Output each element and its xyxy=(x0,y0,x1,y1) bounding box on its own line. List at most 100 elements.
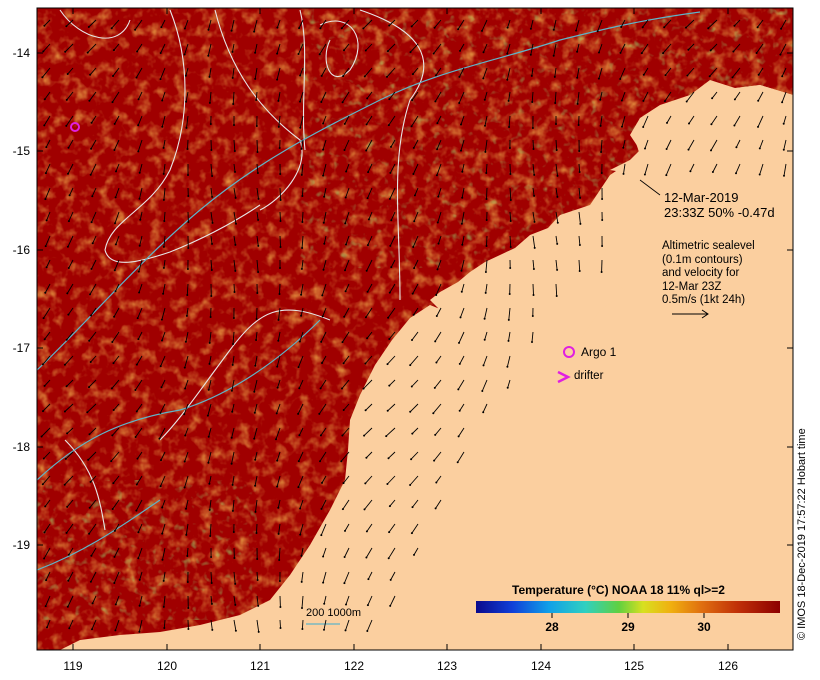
velocity-arrow-head xyxy=(43,384,46,387)
velocity-arrow-head xyxy=(211,242,213,245)
velocity-arrow-head xyxy=(297,53,300,55)
velocity-arrow-head xyxy=(344,629,347,632)
velocity-arrow-head xyxy=(254,458,257,461)
velocity-arrow-head xyxy=(300,173,303,176)
velocity-arrow-head xyxy=(685,26,687,29)
velocity-arrow-head xyxy=(757,73,760,76)
velocity-arrow-head xyxy=(435,481,438,484)
velocity-arrow-head xyxy=(484,271,487,273)
colorbar xyxy=(476,601,780,613)
velocity-arrow-head xyxy=(482,51,485,54)
velocity-arrow-head xyxy=(596,30,599,33)
velocity-arrow-head xyxy=(301,247,304,249)
velocity-arrow-head xyxy=(90,121,93,124)
velocity-arrow-head xyxy=(254,484,257,487)
velocity-arrow-head xyxy=(507,99,510,102)
velocity-arrow-head xyxy=(183,413,186,416)
velocity-arrow-head xyxy=(482,77,485,80)
velocity-arrow-head xyxy=(113,555,116,558)
velocity-arrow-head xyxy=(345,243,347,246)
velocity-arrow-head xyxy=(186,294,189,296)
velocity-arrow-head xyxy=(322,122,325,125)
altimetry-legend: Altimetric sealevel (0.1m contours) and … xyxy=(662,240,755,308)
velocity-arrow xyxy=(301,619,304,630)
velocity-arrow-head xyxy=(257,197,260,200)
velocity-arrow-head xyxy=(279,246,282,248)
lat-tick-label: -14 xyxy=(13,46,31,60)
velocity-arrow-head xyxy=(41,76,44,79)
velocity-arrow-head xyxy=(301,221,304,223)
velocity-arrow-head xyxy=(255,99,258,101)
velocity-arrow-head xyxy=(255,532,258,534)
velocity-arrow-head xyxy=(67,579,70,582)
velocity-arrow-head xyxy=(114,196,117,199)
velocity-arrow-head xyxy=(362,387,365,390)
velocity-arrow-head xyxy=(482,364,485,367)
velocity-arrow-head xyxy=(435,361,438,364)
velocity-arrow-head xyxy=(67,553,70,556)
velocity-arrow-head xyxy=(411,99,414,102)
lon-tick-label: 121 xyxy=(250,659,270,673)
velocity-arrow-head xyxy=(234,170,236,173)
velocity-arrow-head xyxy=(135,363,138,366)
velocity-arrow-head xyxy=(575,29,578,32)
velocity-arrow-head xyxy=(481,390,484,392)
velocity-arrow-head xyxy=(277,506,280,509)
velocity-arrow-head xyxy=(708,75,711,78)
velocity-arrow-head xyxy=(255,125,258,127)
velocity-arrow-head xyxy=(779,53,782,56)
velocity-arrow-head xyxy=(66,292,69,295)
velocity-arrow-head xyxy=(160,459,162,462)
velocity-arrow-head xyxy=(137,531,140,534)
velocity-arrow-head xyxy=(46,626,48,629)
velocity-arrow-head xyxy=(279,627,282,629)
velocity-arrow-head xyxy=(113,149,116,151)
velocity-arrow-head xyxy=(112,49,115,52)
velocity-arrow-head xyxy=(621,125,623,128)
velocity-arrow-head xyxy=(208,75,211,78)
velocity-arrow-head xyxy=(65,531,68,534)
velocity-arrow-head xyxy=(234,582,237,585)
velocity-arrow-head xyxy=(256,172,259,174)
velocity-arrow-head xyxy=(301,628,304,630)
velocity-arrow-head xyxy=(552,54,555,57)
velocity-arrow-head xyxy=(45,219,48,222)
velocity-arrow-head xyxy=(187,195,190,197)
velocity-arrow-head xyxy=(88,339,91,342)
velocity-arrow-head xyxy=(619,78,622,80)
velocity-arrow-head xyxy=(111,341,114,343)
velocity-arrow-head xyxy=(411,432,414,435)
velocity-arrow-head xyxy=(579,222,582,225)
velocity-arrow-head xyxy=(187,607,190,609)
velocity-arrow-head xyxy=(323,602,326,605)
velocity-arrow-head xyxy=(320,74,323,77)
velocity-arrow-head xyxy=(187,174,189,176)
velocity-arrow-head xyxy=(88,386,90,389)
velocity-arrow-head xyxy=(320,101,323,103)
velocity-arrow-head xyxy=(481,29,483,32)
velocity-arrow-head xyxy=(88,532,91,535)
velocity-arrow-head xyxy=(642,99,645,102)
depth-scale-label: 200 1000m xyxy=(306,607,362,619)
velocity-arrow-head xyxy=(485,198,488,200)
velocity-arrow-head xyxy=(413,553,415,556)
velocity-arrow-head xyxy=(577,124,580,126)
velocity-arrow-head xyxy=(45,266,48,269)
velocity-arrow-head xyxy=(301,195,304,197)
velocity-arrow-head xyxy=(135,76,138,79)
velocity-arrow-head xyxy=(341,341,344,344)
velocity-arrow-head xyxy=(183,27,186,30)
velocity-arrow-head xyxy=(90,267,93,270)
velocity-arrow-head xyxy=(434,507,437,510)
velocity-arrow-head xyxy=(318,412,321,415)
velocity-arrow-head xyxy=(578,171,581,173)
altimetry-line-3: and velocity for xyxy=(662,267,740,279)
velocity-arrow-head xyxy=(410,25,413,28)
argo-label: Argo 1 xyxy=(581,345,617,359)
velocity-arrow-head xyxy=(409,364,412,367)
velocity-arrow-head xyxy=(507,318,510,321)
velocity-arrow-head xyxy=(437,242,440,245)
velocity-arrow-head xyxy=(276,459,279,462)
velocity-arrow-head xyxy=(43,338,46,341)
velocity-arrow-head xyxy=(620,26,623,28)
